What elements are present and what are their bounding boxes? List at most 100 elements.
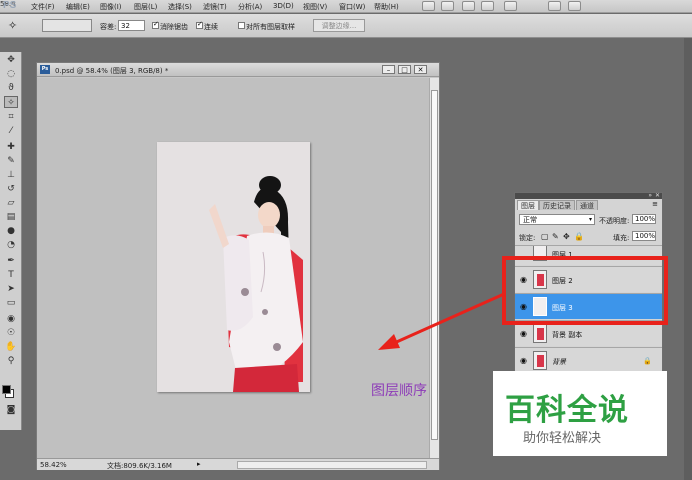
menu-edit[interactable]: 编辑(E) [66,2,90,12]
clone-stamp-icon[interactable]: ⊥ [4,169,18,181]
selection-mode-buttons[interactable] [42,19,92,32]
chevron-down-icon: ▾ [588,216,592,223]
status-arrow-icon[interactable]: ▸ [197,460,201,468]
blur-tool-icon[interactable]: ● [4,225,18,237]
contiguous-label: 连续 [204,23,218,31]
status-zoom[interactable]: 58.42% [40,461,67,469]
marquee-tool-icon[interactable]: ◌ [4,68,18,80]
tab-layers[interactable]: 图层 [517,200,539,210]
menu-analysis[interactable]: 分析(A) [238,2,262,12]
lock-transparent-icon[interactable]: ▢ [541,232,549,241]
menu-view[interactable]: 视图(V) [303,2,327,12]
antialias-checkbox[interactable] [152,20,159,29]
watermark: 百科全说 助你轻松解决 [493,371,667,456]
opacity-input[interactable]: 100% [632,214,656,224]
contiguous-checkbox[interactable] [196,20,203,29]
zoom-tool-icon[interactable]: ⚲ [4,355,18,367]
layer-order-annotation: 图层顺序 [371,383,427,399]
menu-window[interactable]: 窗口(W) [339,2,365,12]
menu-bar: PS 文件(F) 编辑(E) 图像(I) 图层(L) 选择(S) 滤镜(T) 分… [0,0,692,13]
panel-header-bar[interactable] [515,193,662,199]
crop-tool-icon[interactable]: ⌗ [4,111,18,123]
menu-image[interactable]: 图像(I) [100,2,122,12]
eraser-tool-icon[interactable]: ▱ [4,197,18,209]
refine-edge-button[interactable]: 调整边缘... [313,19,365,32]
horizontal-scrollbar[interactable] [237,461,427,469]
menu-file[interactable]: 文件(F) [31,2,55,12]
collapse-panel-icon[interactable]: » [648,192,652,199]
opacity-label: 不透明度: [599,217,630,225]
highlight-box [502,256,668,325]
type-tool-icon[interactable]: T [4,269,18,281]
sample-all-layers-checkbox[interactable] [238,22,245,29]
hand-tool-icon[interactable]: ✋ [4,341,18,353]
vertical-scroll-thumb[interactable] [431,90,438,440]
tolerance-label: 容差: [100,23,117,31]
3d-rotate-icon[interactable]: ◉ [4,313,18,325]
extras-button[interactable] [462,1,475,11]
lasso-tool-icon[interactable]: ϑ [4,82,18,94]
blend-mode-select[interactable]: 正常 ▾ [519,214,595,225]
brush-tool-icon[interactable]: ✎ [4,155,18,167]
layer-row-background[interactable]: ◉ 背景 🔒 [515,347,662,373]
move-tool-icon[interactable]: ✥ [4,54,18,66]
minimize-button[interactable]: – [382,65,395,74]
watermark-subtitle: 助你轻松解决 [523,431,602,446]
annotation-arrow [378,292,505,350]
mini-bridge-button[interactable] [441,1,454,11]
fill-label: 填充: [613,234,630,242]
magic-wand-tool-icon[interactable]: ✧ [4,96,18,108]
bridge-button[interactable] [422,1,435,11]
status-bar: 58.42% 文档:809.6K/3.16M ▸ [37,458,439,470]
vertical-scrollbar[interactable] [429,78,439,458]
tolerance-input[interactable]: 32 [118,20,145,31]
watermark-title: 百科全说 [505,393,629,428]
menu-help[interactable]: 帮助(H) [374,2,399,12]
hand-button[interactable] [504,1,517,11]
quick-mask-icon[interactable]: ◙ [4,404,18,416]
dodge-tool-icon[interactable]: ◔ [4,239,18,251]
arrange-docs-button[interactable] [548,1,561,11]
layer-name: 背景 [552,358,566,366]
eye-icon[interactable]: ◉ [520,357,529,365]
screen-mode-button[interactable] [568,1,581,11]
lock-position-icon[interactable]: ✥ [563,232,570,241]
shape-tool-icon[interactable]: ▭ [4,297,18,309]
history-brush-icon[interactable]: ↺ [4,183,18,195]
3d-orbit-icon[interactable]: ☉ [4,327,18,339]
magic-wand-icon[interactable]: ✧ [8,19,17,32]
menu-filter[interactable]: 滤镜(T) [203,2,227,12]
gradient-tool-icon[interactable]: ▤ [4,211,18,223]
right-panel-edge [684,38,692,480]
layer-name: 背景 副本 [552,331,583,339]
menu-3d[interactable]: 3D(D) [273,2,294,10]
foreground-color-swatch[interactable] [2,385,11,394]
panel-menu-icon[interactable]: ≡ [652,200,658,208]
path-selection-icon[interactable]: ➤ [4,283,18,295]
tab-channels[interactable]: 通道 [576,200,598,210]
document-title: 0.psd @ 58.4% (图层 3, RGB/8) * [55,67,169,75]
lock-icon: 🔒 [643,357,652,365]
tab-history[interactable]: 历史记录 [539,200,575,210]
options-bar: ✧ 容差: 32 消除锯齿 连续 对所有图层取样 调整边缘... [0,14,692,38]
zoom-level-dropdown[interactable] [481,1,494,11]
layer-thumbnail [533,351,547,370]
eyedropper-tool-icon[interactable]: ⁄ [4,125,18,137]
menu-layer[interactable]: 图层(L) [134,2,157,12]
eye-icon[interactable]: ◉ [520,330,529,338]
menu-select[interactable]: 选择(S) [168,2,192,12]
antialias-label: 消除锯齿 [160,23,188,31]
pen-tool-icon[interactable]: ✒ [4,255,18,267]
document-title-bar[interactable]: Ps 0.psd @ 58.4% (图层 3, RGB/8) * – □ ✕ [37,63,439,77]
healing-brush-icon[interactable]: ✚ [4,141,18,153]
fill-input[interactable]: 100% [632,231,656,241]
close-panel-icon[interactable]: ✕ [655,192,660,199]
photoshop-logo: PS [3,0,17,11]
maximize-button[interactable]: □ [398,65,411,74]
lock-image-icon[interactable]: ✎ [552,232,559,241]
sample-all-layers-label: 对所有图层取样 [246,23,295,31]
blend-mode-value: 正常 [523,216,537,224]
close-button[interactable]: ✕ [414,65,427,74]
lock-all-icon[interactable]: 🔒 [574,232,584,241]
woman-in-hanfu-figure [209,176,303,392]
